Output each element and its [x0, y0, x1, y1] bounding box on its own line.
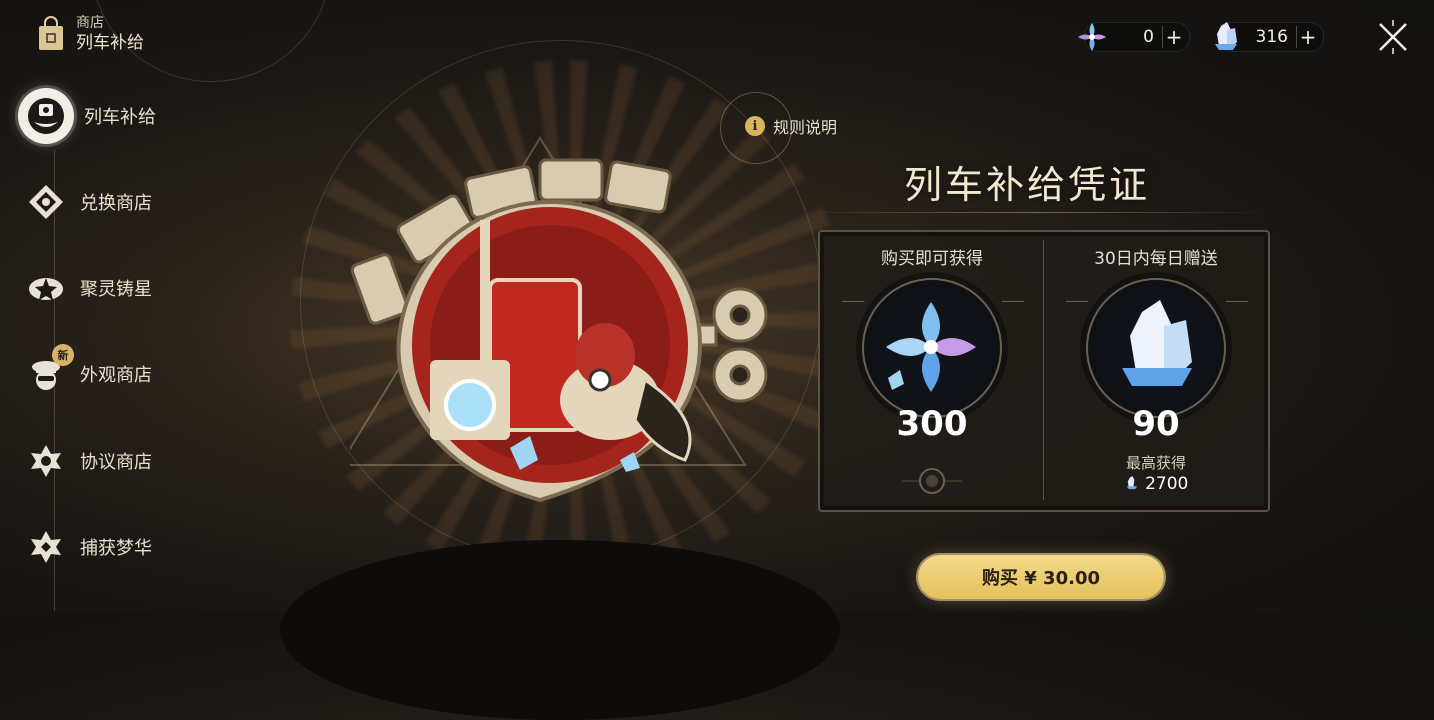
sidebar-item-label: 兑换商店	[80, 193, 152, 214]
star-forge-icon	[24, 266, 68, 310]
sidebar-item-exchange-shop[interactable]: 兑换商店	[24, 174, 152, 230]
panel-emblem-icon	[902, 468, 962, 494]
protocol-shop-icon	[24, 439, 68, 483]
dream-capture-icon	[24, 525, 68, 569]
add-premium-currency-button[interactable]: +	[1162, 25, 1185, 49]
sidebar-item-appearance-shop[interactable]: 新 外观商店	[24, 344, 152, 402]
max-obtain-label: 最高获得	[1125, 454, 1186, 472]
crystal-currency-value: 316	[1255, 27, 1288, 47]
orb-line	[1226, 301, 1248, 302]
buy-button[interactable]: 购买 ¥ 30.00	[918, 555, 1164, 599]
orb-line	[1002, 301, 1024, 302]
shopping-bag-icon	[39, 16, 63, 50]
sidebar-item-dream-capture[interactable]: 捕获梦华	[24, 519, 152, 575]
max-obtain-value-row: 2700	[1044, 474, 1268, 494]
max-obtain-value: 2700	[1145, 474, 1189, 494]
instant-reward-heading: 购买即可获得	[881, 249, 983, 269]
buy-button-label: 购买 ¥ 30.00	[982, 568, 1100, 589]
store-subtitle: 列车补给	[76, 33, 144, 53]
daily-reward-heading: 30日内每日赠送	[1094, 249, 1218, 269]
train-supply-pass-emblem	[350, 136, 768, 503]
orb-line	[842, 301, 864, 302]
foreground-hill	[280, 540, 840, 720]
title-divider	[800, 212, 1270, 213]
sidebar-item-label: 协议商店	[80, 452, 152, 473]
crystal-icon	[1215, 22, 1237, 50]
store-header: 商店 列车补给	[36, 14, 144, 54]
new-badge: 新	[52, 344, 74, 366]
crystal-currency-pill: 316 +	[1215, 22, 1324, 52]
stellar-jade-flower-icon	[1078, 23, 1106, 51]
orb-line	[1066, 301, 1088, 302]
appearance-shop-icon: 新	[24, 344, 74, 396]
instant-reward-amount: 300	[896, 404, 968, 444]
sidebar-item-label: 捕获梦华	[80, 538, 152, 559]
page-title: 列车补给凭证	[904, 163, 1151, 207]
stellar-jade-flower-icon	[886, 302, 976, 392]
rules-label: 规则说明	[773, 118, 838, 137]
daily-reward-orb	[1086, 278, 1226, 418]
add-crystal-currency-button[interactable]: +	[1296, 25, 1319, 49]
reward-panel: 购买即可获得 300 30日内每日赠送 90 最高获得 2700	[818, 230, 1270, 512]
premium-currency-pill: 0 +	[1078, 22, 1190, 52]
crystal-icon	[1122, 300, 1192, 386]
sidebar-item-train-supply[interactable]: 列车补给	[18, 88, 156, 144]
info-icon: i	[745, 116, 765, 136]
sidebar: 商店 列车补给 列车补给 兑换商店 聚灵铸星 新 外观商店 协议商店 捕获梦华	[0, 0, 210, 611]
premium-currency-value: 0	[1143, 27, 1154, 47]
sidebar-item-label: 列车补给	[84, 107, 156, 128]
daily-reward-column: 30日内每日赠送 90 最高获得 2700	[1044, 232, 1268, 510]
sidebar-item-label: 聚灵铸星	[80, 279, 152, 300]
exchange-shop-icon	[24, 180, 68, 224]
store-title: 商店	[76, 15, 104, 31]
daily-reward-amount: 90	[1132, 404, 1180, 444]
close-icon[interactable]	[1374, 18, 1412, 56]
train-supply-icon	[18, 88, 74, 144]
sidebar-item-label: 外观商店	[80, 365, 152, 386]
sidebar-item-star-forge[interactable]: 聚灵铸星	[24, 260, 152, 316]
crystal-icon	[1126, 475, 1137, 490]
rules-button[interactable]: i 规则说明	[745, 114, 837, 138]
instant-reward-orb	[862, 278, 1002, 418]
sidebar-item-protocol-shop[interactable]: 协议商店	[24, 433, 152, 489]
